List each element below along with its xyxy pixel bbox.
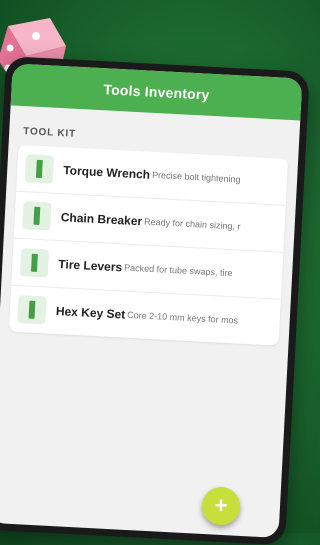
tool-title: Hex Key Set bbox=[55, 304, 126, 322]
add-tool-button[interactable]: + bbox=[202, 487, 240, 525]
tool-description: Core 2-10 mm keys for mos bbox=[126, 309, 239, 326]
tool-title: Chain Breaker bbox=[60, 210, 143, 229]
tool-icon bbox=[17, 295, 47, 325]
tool-title: Tire Levers bbox=[58, 257, 123, 275]
tool-list: Torque Wrench Precise bolt tightening Ch… bbox=[8, 144, 289, 346]
tool-description: Packed for tube swaps, tire bbox=[123, 262, 233, 279]
tool-title: Torque Wrench bbox=[62, 163, 151, 182]
tool-icon bbox=[22, 201, 52, 231]
app-screen: Tools Inventory TOOL KIT Torque Wrench P… bbox=[0, 63, 303, 538]
tool-icon bbox=[24, 154, 55, 184]
app-title: Tools Inventory bbox=[103, 81, 210, 103]
tool-description: Precise bolt tightening bbox=[151, 169, 241, 185]
tool-icon bbox=[19, 248, 50, 278]
tool-description: Ready for chain sizing, r bbox=[143, 216, 241, 232]
phone-frame: Tools Inventory TOOL KIT Torque Wrench P… bbox=[0, 56, 310, 545]
